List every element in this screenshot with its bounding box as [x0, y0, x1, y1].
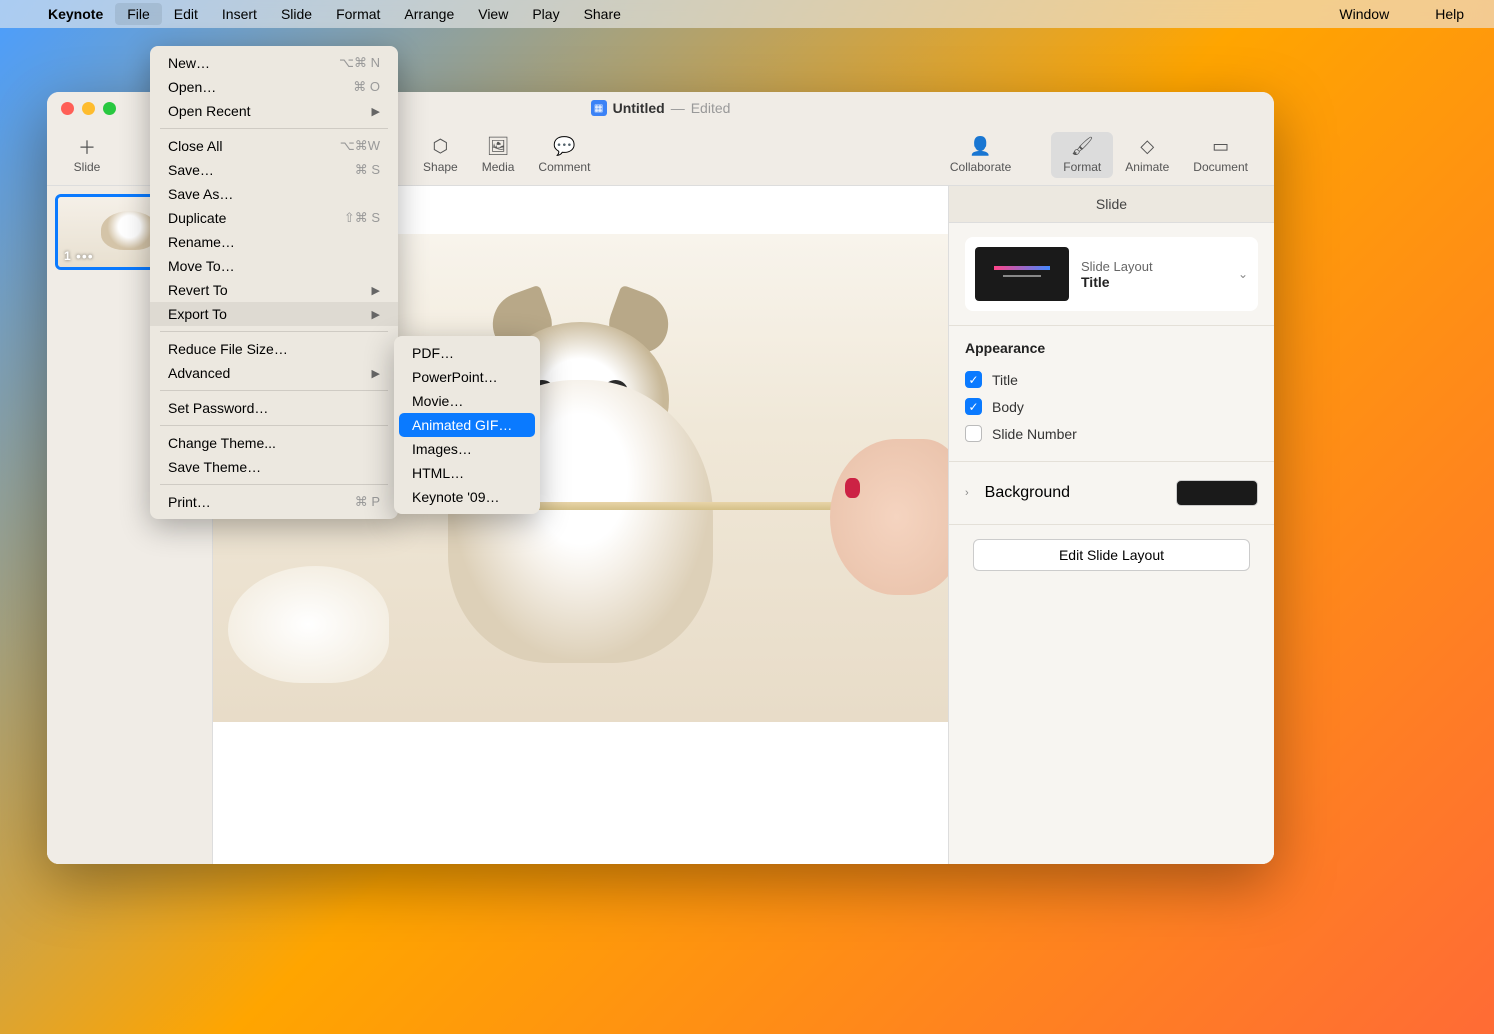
menu-save-as[interactable]: Save As… — [150, 182, 398, 206]
document-icon: ▦ — [591, 100, 607, 116]
export-powerpoint[interactable]: PowerPoint… — [394, 365, 540, 389]
export-html[interactable]: HTML… — [394, 461, 540, 485]
tool-comment[interactable]: 💬 Comment — [526, 132, 602, 178]
export-images[interactable]: Images… — [394, 437, 540, 461]
layout-label: Slide Layout — [1081, 259, 1226, 274]
menu-format[interactable]: Format — [324, 3, 392, 25]
menu-play[interactable]: Play — [520, 3, 571, 25]
checkbox-body-row[interactable]: ✓ Body — [965, 393, 1258, 420]
tool-media-label: Media — [482, 160, 515, 174]
menu-export-to[interactable]: Export To▶ — [150, 302, 398, 326]
menu-help[interactable]: Help — [1423, 3, 1476, 25]
collaborate-icon: 👤 — [969, 136, 991, 158]
submenu-arrow-icon: ▶ — [372, 284, 380, 297]
tool-document[interactable]: ▭ Document — [1181, 132, 1260, 178]
menu-duplicate[interactable]: Duplicate⇧⌘ S — [150, 206, 398, 230]
menu-new[interactable]: New…⌥⌘ N — [150, 51, 398, 75]
menu-app[interactable]: Keynote — [36, 3, 115, 25]
export-pdf[interactable]: PDF… — [394, 341, 540, 365]
menubar: Keynote File Edit Insert Slide Format Ar… — [0, 0, 1494, 28]
menu-reduce-file-size[interactable]: Reduce File Size… — [150, 337, 398, 361]
menu-window[interactable]: Window — [1327, 3, 1401, 25]
submenu-arrow-icon: ▶ — [372, 308, 380, 321]
tool-animate-label: Animate — [1125, 160, 1169, 174]
appearance-title: Appearance — [965, 340, 1258, 356]
chevron-right-icon: › — [965, 487, 969, 499]
menu-revert-to[interactable]: Revert To▶ — [150, 278, 398, 302]
media-icon: 🖼 — [487, 136, 510, 158]
tool-shape-label: Shape — [423, 160, 458, 174]
document-status: Edited — [691, 100, 731, 116]
menu-edit[interactable]: Edit — [162, 3, 210, 25]
inspector-tab-slide[interactable]: Slide — [949, 186, 1274, 223]
inspector-panel: Slide Slide Layout Title ⌄ Appearance ✓ … — [948, 186, 1274, 864]
minimize-window-icon[interactable] — [82, 102, 95, 115]
menu-open[interactable]: Open…⌘ O — [150, 75, 398, 99]
export-animated-gif[interactable]: Animated GIF… — [399, 413, 535, 437]
title-separator: — — [671, 100, 685, 116]
menu-rename[interactable]: Rename… — [150, 230, 398, 254]
menu-view[interactable]: View — [466, 3, 520, 25]
menu-arrange[interactable]: Arrange — [392, 3, 466, 25]
checkbox-title[interactable]: ✓ — [965, 371, 982, 388]
menu-move-to[interactable]: Move To… — [150, 254, 398, 278]
checkbox-slidenumber-label: Slide Number — [992, 426, 1077, 442]
menu-share[interactable]: Share — [572, 3, 633, 25]
background-swatch[interactable] — [1176, 480, 1258, 506]
slide-layout-selector[interactable]: Slide Layout Title ⌄ — [965, 237, 1258, 311]
export-keynote09[interactable]: Keynote '09… — [394, 485, 540, 509]
menu-open-recent[interactable]: Open Recent▶ — [150, 99, 398, 123]
chevron-down-icon: ⌄ — [1238, 267, 1248, 281]
export-movie[interactable]: Movie… — [394, 389, 540, 413]
tool-comment-label: Comment — [538, 160, 590, 174]
menu-advanced[interactable]: Advanced▶ — [150, 361, 398, 385]
tool-document-label: Document — [1193, 160, 1248, 174]
layout-preview-icon — [975, 247, 1069, 301]
slide-options-icon[interactable]: ••• — [76, 248, 94, 264]
tool-media[interactable]: 🖼 Media — [470, 132, 527, 178]
tool-format-label: Format — [1063, 160, 1101, 174]
checkbox-body-label: Body — [992, 399, 1024, 415]
tool-format[interactable]: 🖌 Format — [1051, 132, 1113, 178]
layout-name: Title — [1081, 274, 1226, 290]
checkbox-slidenumber-row[interactable]: Slide Number — [965, 420, 1258, 447]
checkbox-title-label: Title — [992, 372, 1018, 388]
shape-icon: ⬡ — [433, 136, 449, 158]
export-submenu: PDF… PowerPoint… Movie… Animated GIF… Im… — [394, 336, 540, 514]
animate-icon: ◇ — [1140, 136, 1154, 158]
checkbox-title-row[interactable]: ✓ Title — [965, 366, 1258, 393]
menu-change-theme[interactable]: Change Theme... — [150, 431, 398, 455]
maximize-window-icon[interactable] — [103, 102, 116, 115]
format-icon: 🖌 — [1071, 136, 1094, 158]
tool-slide[interactable]: ＋ Slide — [61, 132, 113, 178]
menu-print[interactable]: Print…⌘ P — [150, 490, 398, 514]
background-row[interactable]: › Background — [965, 476, 1258, 510]
menu-slide[interactable]: Slide — [269, 3, 324, 25]
document-pane-icon: ▭ — [1212, 136, 1229, 158]
menu-close-all[interactable]: Close All⌥⌘W — [150, 134, 398, 158]
submenu-arrow-icon: ▶ — [372, 367, 380, 380]
tool-shape[interactable]: ⬡ Shape — [411, 132, 470, 178]
menu-set-password[interactable]: Set Password… — [150, 396, 398, 420]
slide-number: 1 — [64, 249, 71, 263]
file-menu-dropdown: New…⌥⌘ N Open…⌘ O Open Recent▶ Close All… — [150, 46, 398, 519]
plus-slide-icon: ＋ — [78, 136, 96, 158]
tool-collaborate-label: Collaborate — [950, 160, 1011, 174]
menu-save-theme[interactable]: Save Theme… — [150, 455, 398, 479]
checkbox-body[interactable]: ✓ — [965, 398, 982, 415]
menu-file[interactable]: File — [115, 3, 162, 25]
document-title: Untitled — [613, 100, 665, 116]
menu-save[interactable]: Save…⌘ S — [150, 158, 398, 182]
background-label: Background — [985, 484, 1070, 502]
edit-slide-layout-button[interactable]: Edit Slide Layout — [973, 539, 1250, 571]
comment-icon: 💬 — [553, 136, 575, 158]
tool-slide-label: Slide — [74, 160, 101, 174]
menu-insert[interactable]: Insert — [210, 3, 269, 25]
checkbox-slidenumber[interactable] — [965, 425, 982, 442]
tool-collaborate[interactable]: 👤 Collaborate — [938, 132, 1023, 178]
tool-animate[interactable]: ◇ Animate — [1113, 132, 1181, 178]
close-window-icon[interactable] — [61, 102, 74, 115]
submenu-arrow-icon: ▶ — [372, 105, 380, 118]
